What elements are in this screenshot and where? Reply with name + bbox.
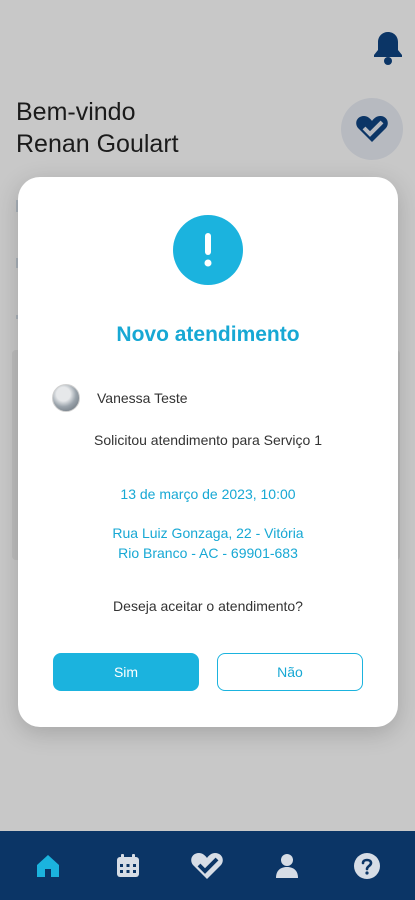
accept-question: Deseja aceitar o atendimento? — [113, 598, 303, 614]
address-line: Rua Luiz Gonzaga, 22 - Vitória — [112, 525, 304, 541]
profile-icon — [276, 853, 299, 878]
nav-favorites[interactable] — [185, 844, 229, 888]
bottom-navigation — [0, 831, 415, 900]
address-line: Rio Branco - AC - 69901-683 — [118, 545, 298, 561]
accept-button[interactable]: Sim — [53, 653, 199, 691]
appointment-address: Rua Luiz Gonzaga, 22 - Vitória Rio Branc… — [18, 523, 398, 563]
notification-bell-icon[interactable] — [370, 28, 406, 68]
home-icon — [36, 854, 59, 877]
nav-help[interactable] — [345, 844, 389, 888]
calendar-icon — [116, 853, 139, 877]
decline-button[interactable]: Não — [217, 653, 363, 691]
nav-calendar[interactable] — [106, 844, 150, 888]
appointment-datetime: 13 de março de 2023, 10:00 — [120, 486, 296, 502]
alert-icon — [173, 215, 243, 285]
avatar — [52, 384, 80, 412]
dialog-title: Novo atendimento — [116, 323, 300, 346]
heart-handshake-icon — [356, 116, 388, 142]
requester-row: Vanessa Teste — [52, 384, 188, 412]
nav-profile[interactable] — [265, 844, 309, 888]
welcome-line: Bem-vindo — [16, 98, 136, 126]
heart-icon — [191, 852, 224, 879]
requester-name: Vanessa Teste — [97, 390, 188, 406]
welcome-text: Bem-vindo Renan Goulart — [16, 96, 179, 160]
user-greeting-name: Renan Goulart — [16, 130, 179, 158]
favorites-button[interactable] — [341, 98, 403, 160]
nav-home[interactable] — [26, 844, 70, 888]
new-appointment-dialog: Novo atendimento Vanessa Teste Solicitou… — [18, 177, 398, 727]
request-description: Solicitou atendimento para Serviço 1 — [93, 432, 323, 448]
help-icon — [354, 852, 381, 879]
